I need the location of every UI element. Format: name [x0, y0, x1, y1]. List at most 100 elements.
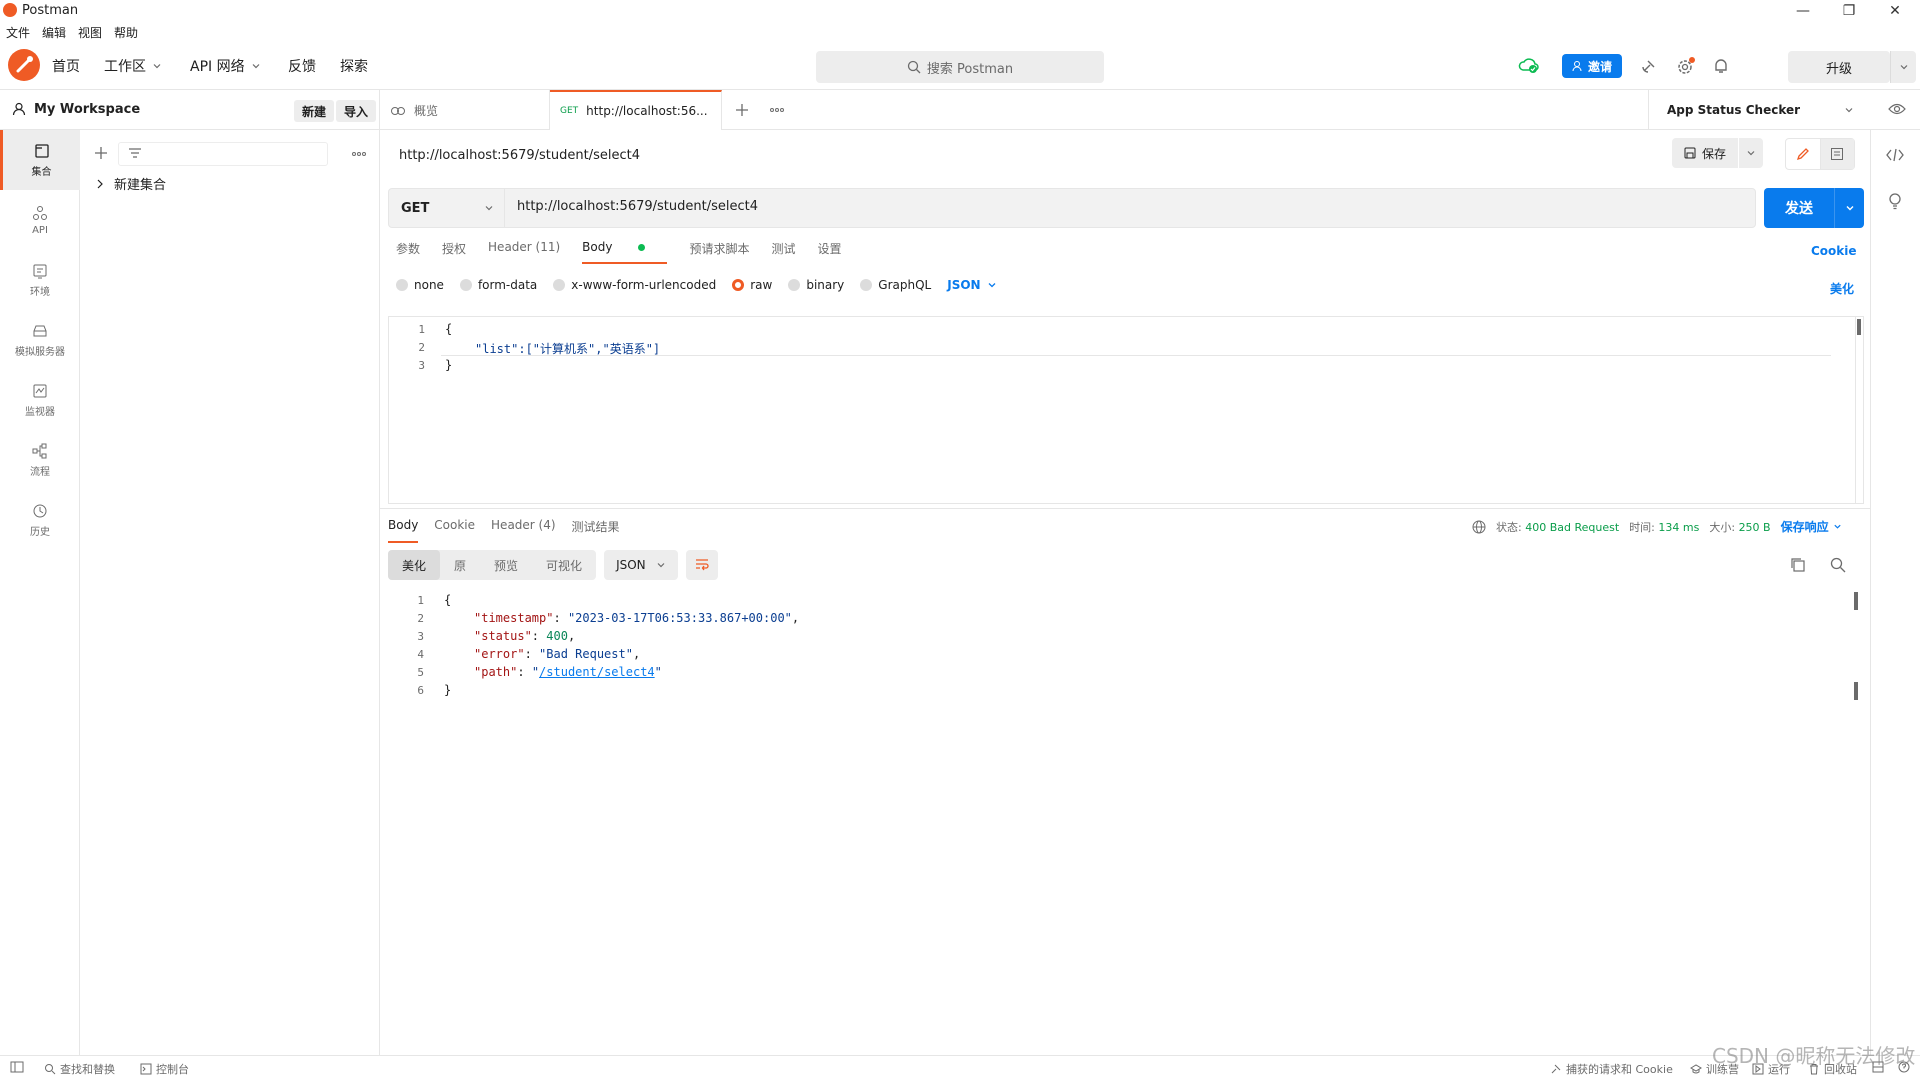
- environment-selector[interactable]: App Status Checker: [1648, 90, 1868, 130]
- view-preview[interactable]: 预览: [480, 550, 532, 580]
- view-visualize[interactable]: 可视化: [532, 550, 596, 580]
- body-type-binary[interactable]: binary: [788, 278, 844, 292]
- response-scroll-thumb[interactable]: [1854, 592, 1858, 610]
- sidebar-item-environments[interactable]: 环境: [0, 250, 80, 310]
- sidebar-item-api[interactable]: API: [0, 190, 80, 250]
- resp-tab-test-results[interactable]: 测试结果: [572, 518, 620, 543]
- nav-workspaces[interactable]: 工作区: [104, 42, 162, 90]
- nav-home[interactable]: 首页: [52, 42, 80, 90]
- view-pretty[interactable]: 美化: [388, 550, 441, 580]
- collection-tree-item[interactable]: 新建集合: [96, 174, 166, 193]
- edit-pencil-icon[interactable]: [1786, 139, 1821, 169]
- scroll-thumb[interactable]: [1857, 319, 1861, 335]
- request-body-editor[interactable]: 1 2 3 { "list":["计算机系","英语系"] }: [388, 316, 1864, 504]
- global-search[interactable]: 搜索 Postman: [816, 51, 1104, 83]
- menu-edit[interactable]: 编辑: [42, 24, 66, 41]
- menu-file[interactable]: 文件: [6, 24, 30, 41]
- resp-tab-cookies[interactable]: Cookie: [434, 518, 475, 543]
- method-select[interactable]: GET: [389, 189, 505, 227]
- line-number: 2: [417, 612, 424, 625]
- beautify-button[interactable]: 美化: [1830, 280, 1854, 297]
- send-button[interactable]: 发送: [1764, 188, 1834, 228]
- collection-search-input[interactable]: [118, 142, 328, 166]
- settings-gear-icon[interactable]: [1676, 56, 1696, 76]
- menu-help[interactable]: 帮助: [114, 24, 138, 41]
- body-type-raw[interactable]: raw: [732, 278, 772, 292]
- body-type-graphql[interactable]: GraphQL: [860, 278, 931, 292]
- sync-cloud-icon[interactable]: [1518, 56, 1540, 76]
- more-options-icon[interactable]: [352, 152, 366, 156]
- import-button[interactable]: 导入: [336, 100, 377, 122]
- documentation-icon[interactable]: [1820, 139, 1854, 169]
- tab-overview[interactable]: 概览: [380, 90, 550, 130]
- json-link-value[interactable]: /student/select4: [539, 665, 655, 679]
- size-group[interactable]: 大小: 250 B: [1709, 519, 1770, 535]
- globe-icon[interactable]: [1472, 520, 1486, 534]
- upgrade-dropdown[interactable]: [1890, 51, 1916, 83]
- new-button[interactable]: 新建: [294, 100, 335, 122]
- response-scroll-marker: [1854, 682, 1858, 700]
- environment-quick-look-eye-icon[interactable]: [1888, 102, 1906, 116]
- raw-format-select[interactable]: JSON: [947, 278, 996, 292]
- body-type-form-data[interactable]: form-data: [459, 278, 537, 292]
- save-dropdown[interactable]: [1739, 138, 1763, 168]
- resp-tab-body[interactable]: Body: [388, 518, 419, 543]
- cookies-link[interactable]: Cookie: [1811, 244, 1857, 258]
- invite-button[interactable]: 邀请: [1562, 54, 1622, 78]
- sidebar-item-label: 监视器: [25, 406, 55, 418]
- status-group[interactable]: 状态: 400 Bad Request: [1496, 519, 1619, 535]
- tab-options-icon[interactable]: [770, 108, 784, 112]
- sidebar-item-history[interactable]: 历史: [0, 490, 80, 550]
- tab-body[interactable]: Body: [582, 240, 668, 264]
- save-response-button[interactable]: 保存响应: [1781, 518, 1842, 535]
- nav-api-network[interactable]: API 网络: [190, 42, 261, 90]
- body-type-none[interactable]: none: [396, 278, 444, 292]
- nav-explore[interactable]: 探索: [340, 42, 368, 90]
- workspace-name[interactable]: My Workspace: [34, 102, 140, 117]
- notifications-bell-icon[interactable]: [1712, 57, 1730, 75]
- body-type-urlencoded[interactable]: x-www-form-urlencoded: [553, 278, 716, 292]
- maximize-button[interactable]: ❐: [1826, 0, 1872, 22]
- save-button[interactable]: 保存: [1672, 138, 1738, 168]
- time-group[interactable]: 时间: 134 ms: [1629, 519, 1699, 535]
- wrap-lines-button[interactable]: [685, 550, 718, 580]
- sidebar-item-monitors[interactable]: 监视器: [0, 370, 80, 430]
- tab-authorization[interactable]: 授权: [442, 240, 466, 264]
- sidebar-item-collections[interactable]: 集合: [0, 130, 80, 190]
- minimize-button[interactable]: —: [1780, 0, 1826, 22]
- toggle-sidebar-icon[interactable]: [10, 1061, 24, 1073]
- response-format-select[interactable]: JSON: [604, 550, 678, 580]
- new-tab-icon[interactable]: [735, 103, 749, 117]
- resp-tab-headers[interactable]: Header (4): [491, 518, 556, 543]
- tab-settings[interactable]: 设置: [818, 240, 842, 264]
- menu-view[interactable]: 视图: [78, 24, 102, 41]
- url-input[interactable]: http://localhost:5679/student/select4: [517, 199, 758, 214]
- close-button[interactable]: ✕: [1872, 0, 1918, 22]
- find-replace-button[interactable]: 查找和替换: [44, 1061, 115, 1077]
- tab-active-request[interactable]: GET http://localhost:56...: [550, 90, 722, 130]
- copy-icon[interactable]: [1790, 557, 1806, 573]
- editor-scrollbar[interactable]: [1855, 317, 1864, 503]
- tab-headers[interactable]: Header (11): [488, 240, 560, 264]
- nav-feedback[interactable]: 反馈: [288, 42, 316, 90]
- search-response-icon[interactable]: [1830, 557, 1846, 573]
- postman-logo-icon[interactable]: [8, 49, 40, 81]
- response-divider[interactable]: [380, 508, 1870, 509]
- capture-button[interactable]: 捕获的请求和 Cookie: [1550, 1061, 1673, 1077]
- send-dropdown[interactable]: [1834, 188, 1864, 228]
- response-body-viewer[interactable]: 1 2 3 4 5 6 { "timestamp": "2023-03-17T0…: [388, 592, 1864, 712]
- satellite-icon[interactable]: [1640, 57, 1658, 75]
- upgrade-button[interactable]: 升级: [1788, 51, 1890, 83]
- add-collection-icon[interactable]: [94, 146, 108, 160]
- view-raw[interactable]: 原: [440, 550, 480, 580]
- console-button[interactable]: 控制台: [140, 1061, 189, 1077]
- console-label: 控制台: [156, 1063, 189, 1076]
- sidebar-item-mock-servers[interactable]: 模拟服务器: [0, 310, 80, 370]
- tab-pre-request-script[interactable]: 预请求脚本: [689, 240, 749, 264]
- code-snippet-icon[interactable]: [1886, 148, 1904, 162]
- lightbulb-icon[interactable]: [1887, 192, 1903, 210]
- sidebar-item-flows[interactable]: 流程: [0, 430, 80, 490]
- tab-params[interactable]: 参数: [396, 240, 420, 264]
- tab-tests[interactable]: 测试: [771, 240, 795, 264]
- request-title[interactable]: http://localhost:5679/student/select4: [399, 148, 640, 163]
